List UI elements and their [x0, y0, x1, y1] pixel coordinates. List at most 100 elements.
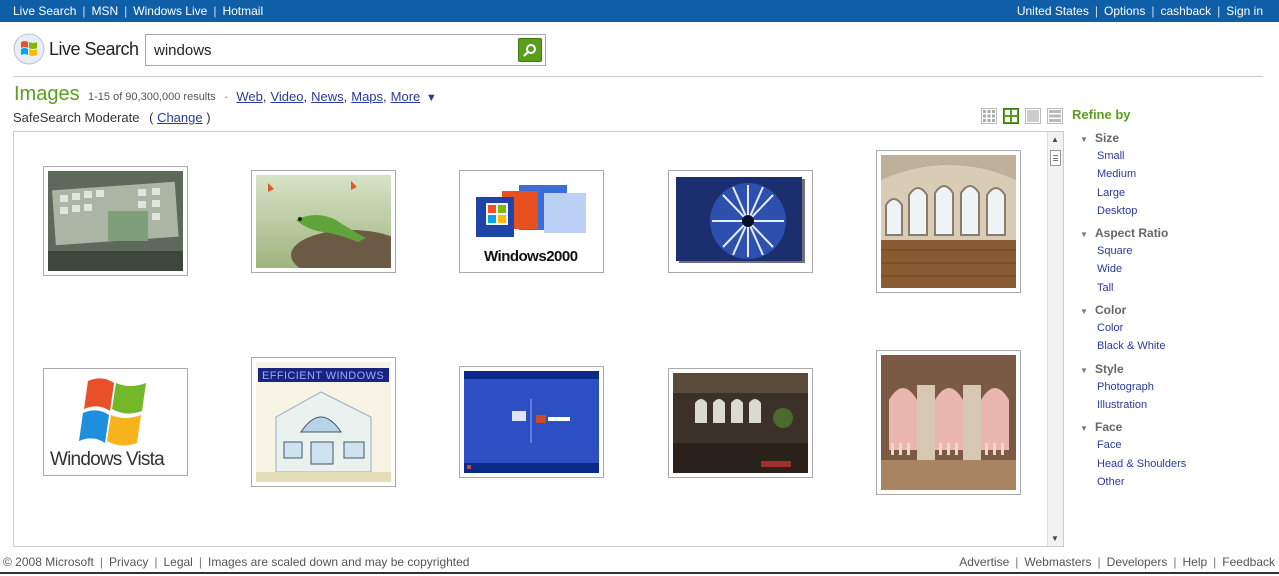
svg-text:Windows2000: Windows2000 — [484, 248, 578, 265]
vertical-nav: · Web, Video, News, Maps, More ▼ — [224, 89, 437, 104]
detail-view-icon[interactable] — [1047, 108, 1063, 124]
refine-group-label: Face — [1095, 420, 1123, 435]
search-icon — [523, 44, 536, 57]
refine-group-header[interactable]: ▼ Aspect Ratio — [1072, 226, 1272, 244]
copyright-notice: Images are scaled down and may be copyri… — [207, 555, 470, 569]
refine-group-label: Color — [1095, 303, 1127, 318]
scroll-up-arrow-icon[interactable]: ▲ — [1051, 135, 1059, 144]
logo-text: Live Search — [49, 38, 139, 59]
refine-title: Refine by — [1072, 107, 1131, 122]
refine-group-label: Style — [1095, 361, 1124, 376]
search-box — [145, 34, 546, 66]
refine-color-black-white[interactable]: Black & White — [1097, 340, 1165, 352]
image-results-panel: Windows2000 Windows Vista EFFICIENT WIND… — [13, 131, 1064, 547]
nav-maps[interactable]: Maps — [351, 89, 383, 104]
link-cashback[interactable]: cashback — [1160, 4, 1211, 18]
scroll-thumb[interactable] — [1050, 150, 1061, 166]
thumbnail-efficient-windows-sketch: EFFICIENT WINDOWS — [256, 362, 391, 482]
image-result-8[interactable] — [459, 366, 604, 478]
refine-aspect-square[interactable]: Square — [1097, 245, 1132, 257]
link-windows-live[interactable]: Windows Live — [133, 4, 207, 18]
search-input[interactable] — [154, 36, 514, 64]
footer-link-help[interactable]: Help — [1182, 555, 1207, 569]
refine-aspect-wide[interactable]: Wide — [1097, 263, 1122, 275]
refine-size-desktop[interactable]: Desktop — [1097, 205, 1137, 217]
windows-logo-icon — [13, 33, 45, 65]
refine-face-head-shoulders[interactable]: Head & Shoulders — [1097, 458, 1186, 470]
refine-color-color[interactable]: Color — [1097, 322, 1123, 334]
image-result-7[interactable]: EFFICIENT WINDOWS — [251, 357, 396, 487]
image-result-5[interactable] — [876, 150, 1021, 293]
refine-group-size: ▼ Size Small Medium Large Desktop — [1072, 131, 1272, 222]
link-live-search[interactable]: Live Search — [13, 4, 76, 18]
refine-group-header[interactable]: ▼ Face — [1072, 420, 1272, 438]
footer-link-privacy[interactable]: Privacy — [109, 555, 148, 569]
refine-group-color: ▼ Color Color Black & White — [1072, 303, 1272, 358]
thumbnail-windows-xp-login — [464, 371, 599, 473]
svg-text:Windows Vista: Windows Vista — [50, 449, 165, 470]
safesearch-label: SafeSearch Moderate — [13, 110, 140, 125]
collapse-triangle-icon: ▼ — [1080, 307, 1088, 317]
footer-link-advertise[interactable]: Advertise — [959, 555, 1009, 569]
refine-face-face[interactable]: Face — [1097, 439, 1121, 451]
refine-size-small[interactable]: Small — [1097, 150, 1125, 162]
refine-face-other[interactable]: Other — [1097, 476, 1125, 488]
bottom-border — [0, 572, 1279, 574]
view-toggles — [981, 108, 1063, 124]
footer-right: Advertise | Webmasters | Developers | Help | Fee… — [959, 555, 1275, 569]
medium-grid-icon[interactable] — [1003, 108, 1019, 124]
safesearch-paren-close: ) — [206, 110, 211, 125]
link-options[interactable]: Options — [1104, 4, 1145, 18]
refine-style-illustration[interactable]: Illustration — [1097, 399, 1147, 411]
footer-link-developers[interactable]: Developers — [1107, 555, 1168, 569]
scroll-down-arrow-icon[interactable]: ▼ — [1051, 534, 1059, 543]
refine-group-header[interactable]: ▼ Size — [1072, 131, 1272, 149]
footer-left: © 2008 Microsoft | Privacy | Legal | Images ar… — [3, 555, 470, 569]
footer-link-webmasters[interactable]: Webmasters — [1024, 555, 1091, 569]
footer-link-feedback[interactable]: Feedback — [1222, 555, 1275, 569]
results-count: 1-15 of 90,300,000 results — [88, 91, 216, 103]
image-result-10[interactable] — [876, 350, 1021, 495]
image-result-1[interactable] — [43, 166, 188, 276]
nav-video[interactable]: Video — [270, 89, 303, 104]
safesearch-status: SafeSearch Moderate ( Change ) — [13, 110, 211, 125]
safesearch-paren-open: ( — [149, 110, 154, 125]
top-bar-left-links: Live Search | MSN | Windows Live | Hotmail — [13, 4, 264, 18]
collapse-triangle-icon: ▼ — [1080, 424, 1088, 434]
refine-group-label: Size — [1095, 131, 1120, 145]
image-result-9[interactable] — [668, 368, 813, 478]
refine-group-label: Aspect Ratio — [1095, 226, 1169, 241]
thumbnail-arched-balcony — [881, 355, 1016, 490]
refine-size-medium[interactable]: Medium — [1097, 168, 1136, 180]
link-sign-in[interactable]: Sign in — [1226, 4, 1263, 18]
refine-group-header[interactable]: ▼ Style — [1072, 362, 1272, 380]
refine-size-large[interactable]: Large — [1097, 187, 1125, 199]
search-button[interactable] — [518, 38, 542, 62]
link-msn[interactable]: MSN — [92, 4, 119, 18]
nav-web[interactable]: Web — [236, 89, 263, 104]
image-result-4[interactable] — [668, 170, 813, 273]
image-result-2[interactable] — [251, 170, 396, 273]
refine-group-aspect-ratio: ▼ Aspect Ratio Square Wide Tall — [1072, 226, 1272, 299]
nav-news[interactable]: News — [311, 89, 344, 104]
link-united-states[interactable]: United States — [1017, 4, 1089, 18]
small-grid-icon[interactable] — [981, 108, 997, 124]
refine-group-header[interactable]: ▼ Color — [1072, 303, 1272, 321]
results-scrollbar[interactable]: ▲ ▼ — [1047, 132, 1063, 546]
thumbnail-windows-2000-logo: Windows2000 — [464, 175, 599, 268]
refine-style-photograph[interactable]: Photograph — [1097, 381, 1154, 393]
refine-group-face: ▼ Face Face Head & Shoulders Other — [1072, 420, 1272, 493]
image-result-6[interactable]: Windows Vista — [43, 368, 188, 476]
live-search-logo[interactable]: Live Search — [13, 32, 139, 66]
refine-group-style: ▼ Style Photograph Illustration — [1072, 362, 1272, 417]
safesearch-change-link[interactable]: Change — [157, 110, 203, 125]
footer-link-legal[interactable]: Legal — [163, 555, 192, 569]
header-divider — [13, 76, 1263, 77]
nav-more[interactable]: More — [391, 89, 421, 104]
chevron-down-icon[interactable]: ▼ — [426, 92, 437, 104]
refine-aspect-tall[interactable]: Tall — [1097, 282, 1114, 294]
image-result-3[interactable]: Windows2000 — [459, 170, 604, 273]
large-view-icon[interactable] — [1025, 108, 1041, 124]
link-hotmail[interactable]: Hotmail — [222, 4, 263, 18]
thumbnail-tall-windows-room — [673, 373, 808, 473]
